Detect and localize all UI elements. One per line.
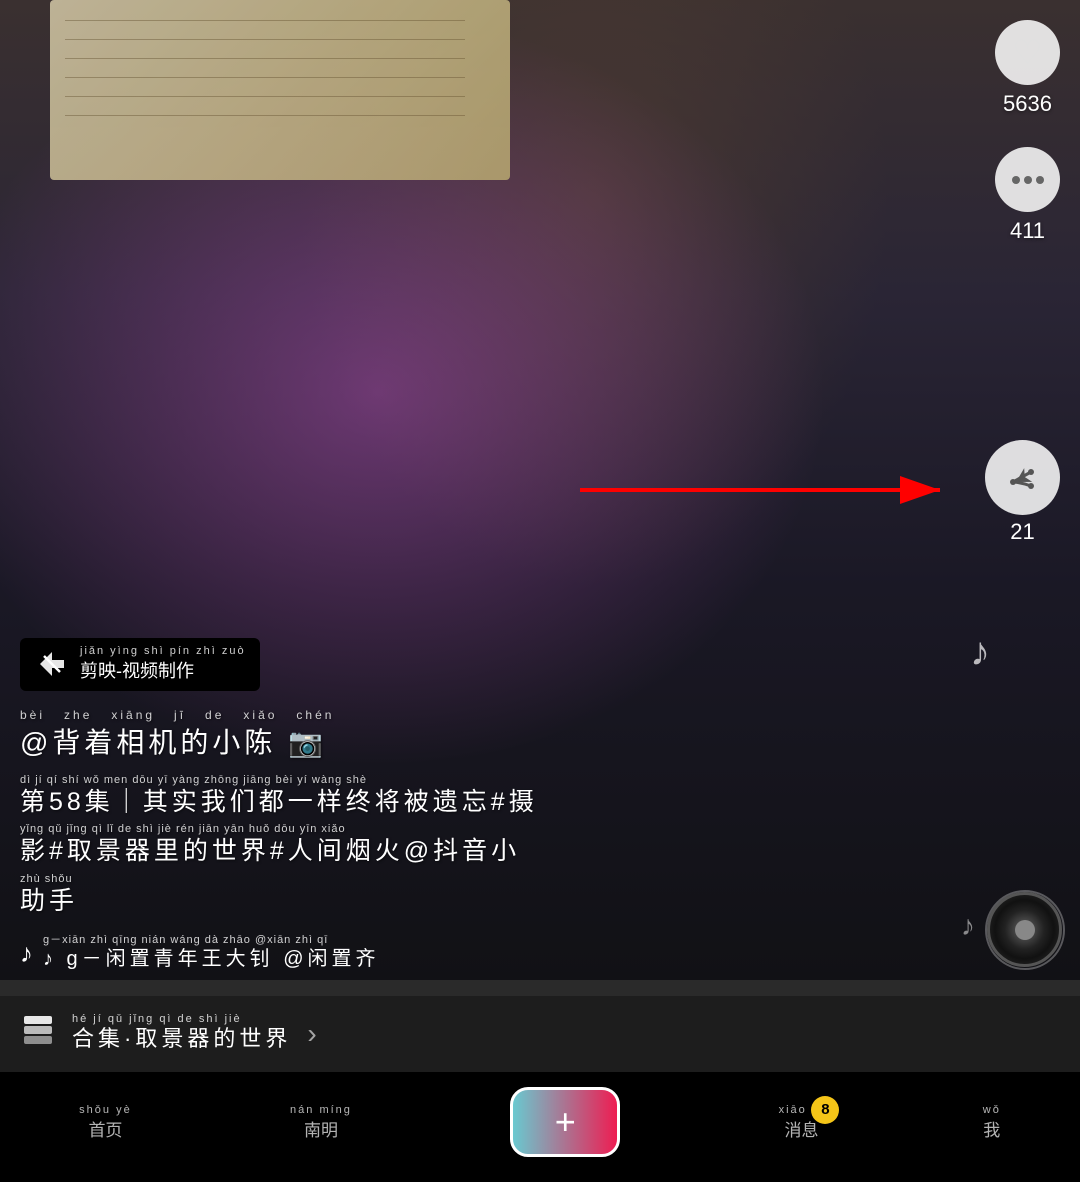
add-icon[interactable]: + (510, 1087, 620, 1157)
share-icon (985, 440, 1060, 515)
collection-chevron-right-icon: › (307, 1018, 316, 1050)
comment-icon (995, 147, 1060, 212)
discover-pinyin: nán míng (290, 1104, 352, 1116)
right-action-panel: ♡ 5636 411 (995, 20, 1060, 244)
tiktok-logo-icon: ♪ (20, 938, 33, 969)
capcut-badge[interactable]: jiǎn yìng shì pín zhì zuò 剪映-视频制作 (20, 638, 260, 691)
share-count: 21 (1010, 519, 1034, 545)
content-area: jiǎn yìng shì pín zhì zuò 剪映-视频制作 bèi zh… (0, 638, 970, 973)
collection-text: hé jí qǔ jǐng qì de shì jiè 合集·取景器的世界 (72, 1014, 291, 1054)
messages-label: 消息 (785, 1116, 819, 1141)
capcut-logo-icon (34, 646, 70, 682)
nav-discover[interactable]: nán míng 南明 (290, 1104, 352, 1141)
comment-count: 411 (1010, 218, 1045, 244)
user-mention[interactable]: bèi zhe xiāng jī de xiǎo chén @背着相机的小陈 📷 (20, 709, 950, 761)
nav-profile[interactable]: wǒ 我 (983, 1104, 1001, 1141)
nav-home[interactable]: shǒu yè 首页 (79, 1104, 132, 1141)
like-icon: ♡ (995, 20, 1060, 85)
profile-label: 我 (983, 1116, 1000, 1141)
profile-pinyin: wǒ (983, 1104, 1001, 1116)
share-button[interactable]: 21 (985, 440, 1060, 545)
collection-icon (20, 1012, 56, 1056)
music-info[interactable]: ♪ g－xiān zhì qīng nián wáng dà zhāo @xiā… (20, 935, 950, 972)
like-button[interactable]: ♡ 5636 (995, 20, 1060, 117)
add-plus-icon: + (555, 1101, 576, 1143)
messages-badge: 8 (811, 1096, 839, 1124)
capcut-label: jiǎn yìng shì pín zhì zuò 剪映-视频制作 (80, 646, 246, 683)
paper-document (50, 0, 510, 180)
album-disc-center (1015, 920, 1035, 940)
bottom-navigation: shǒu yè 首页 nán míng 南明 + xiāo xī 消息 8 wǒ… (0, 1072, 1080, 1182)
collection-bar[interactable]: hé jí qǔ jǐng qì de shì jiè 合集·取景器的世界 › (0, 996, 1080, 1072)
like-count: 5636 (1003, 91, 1052, 117)
nav-messages[interactable]: xiāo xī 消息 8 (779, 1104, 825, 1141)
album-disc[interactable] (987, 892, 1062, 967)
music-note-icon: ♪ (970, 630, 990, 675)
video-description: dì jí qí shí wǒ men dōu yī yàng zhōng ji… (20, 775, 950, 918)
discover-label: 南明 (304, 1116, 338, 1141)
comment-button[interactable]: 411 (995, 147, 1060, 244)
nav-add-button[interactable]: + (510, 1087, 620, 1157)
home-pinyin: shǒu yè (79, 1104, 132, 1116)
home-label: 首页 (88, 1116, 122, 1141)
